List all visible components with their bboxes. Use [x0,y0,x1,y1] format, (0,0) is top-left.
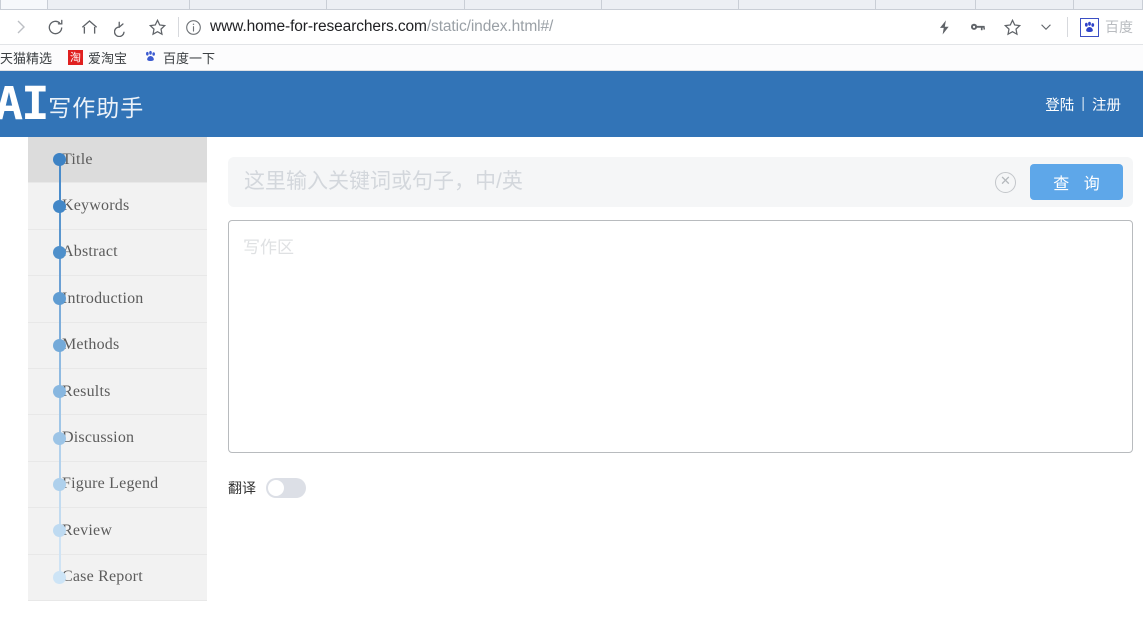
baidu-extension-label: 百度 [1105,19,1133,35]
browser-tab[interactable] [327,0,465,9]
sidebar-item-label: Title [62,150,93,168]
baidu-extension-button[interactable]: 百度 [1080,17,1137,37]
url-domain: www.home-for-researchers.com [210,18,427,35]
sidebar-item-results[interactable]: Results [28,369,207,439]
sidebar-item-abstract[interactable]: Abstract [28,230,207,299]
bookmark-tmall[interactable]: 天猫精选 [0,47,60,69]
brand-logo[interactable]: AI 写作助手 [0,81,144,127]
browser-tab[interactable] [739,0,876,9]
timeline-dot [53,245,66,259]
sidebar-item-label: Figure Legend [62,475,159,493]
browser-tab[interactable] [602,0,739,9]
search-button[interactable]: 查 询 [1030,164,1123,200]
brand-text: 写作助手 [48,95,145,121]
browser-tab[interactable] [976,0,1074,9]
search-bar: ✕ 查 询 [228,157,1133,207]
translate-label: 翻译 [228,480,256,496]
taobao-icon: 淘 [68,50,84,65]
translate-row: 翻译 [228,478,1133,498]
login-link[interactable]: 登陆 [1045,94,1074,115]
baidu-paw-icon [143,50,158,65]
sidebar-item-label: Abstract [62,243,118,261]
url-path: /static/index.html#/ [426,18,554,35]
browser-tab[interactable] [0,0,48,9]
browser-navigation-bar: www.home-for-researchers.com/static/inde… [0,10,1143,45]
app-body: Title Keywords Abstract Introduction Met… [0,137,1143,619]
browser-tab-strip[interactable] [0,0,1143,10]
reload-icon[interactable] [38,11,72,43]
baidu-paw-icon [1080,17,1099,37]
timeline-dot [53,338,66,352]
bookmark-itaobao[interactable]: 淘 爱淘宝 [60,47,135,69]
clear-icon[interactable]: ✕ [995,171,1016,193]
star-icon[interactable] [995,11,1029,43]
toggle-knob [268,480,284,496]
undo-icon[interactable] [106,11,140,43]
sidebar-item-label: Review [62,521,113,539]
sidebar-item-label: Methods [62,336,120,354]
sidebar-item-methods[interactable]: Methods [28,323,207,392]
sidebar-section-timeline: Title Keywords Abstract Introduction Met… [28,137,207,601]
sidebar-item-introduction[interactable]: Introduction [28,276,207,346]
bookmark-label: 百度一下 [163,51,216,66]
toolbar-right-icons: 百度 [927,11,1137,43]
sidebar-item-discussion[interactable]: Discussion [28,415,207,485]
browser-tab[interactable] [1074,0,1143,9]
search-input[interactable] [244,158,995,206]
chevron-down-icon[interactable] [1029,11,1063,43]
main-content: ✕ 查 询 翻译 [207,137,1143,619]
browser-tab[interactable] [876,0,976,9]
writing-area-textarea[interactable] [228,220,1133,453]
timeline-dot [53,431,66,445]
home-icon[interactable] [72,11,106,43]
sidebar-item-case-report[interactable]: Case Report [28,555,207,601]
bookmarks-bar: 天猫精选 淘 爱淘宝 百度一下 [0,45,1143,71]
bookmark-label: 爱淘宝 [88,51,128,66]
browser-tab[interactable] [465,0,602,9]
sidebar-item-label: Discussion [62,429,135,447]
info-circle-icon[interactable] [185,19,202,36]
sidebar-item-keywords[interactable]: Keywords [28,183,207,253]
sidebar-item-label: Results [62,382,111,400]
browser-tab[interactable] [190,0,327,9]
sidebar-item-title[interactable]: Title [28,137,207,207]
register-link[interactable]: 注册 [1092,94,1121,115]
bookmark-star-icon[interactable] [140,11,174,43]
browser-chrome: www.home-for-researchers.com/static/inde… [0,0,1143,71]
timeline-dot [53,477,66,491]
translate-toggle[interactable] [266,478,306,498]
toolbar-divider [178,17,179,37]
key-icon[interactable] [961,11,995,43]
browser-tab[interactable] [48,0,190,9]
sidebar-item-review[interactable]: Review [28,508,207,578]
timeline-dot [53,570,66,584]
bookmark-label: 天猫精选 [0,51,53,66]
brand-mark: AI [0,77,50,130]
app-header: AI 写作助手 登陆 | 注册 [0,71,1143,137]
auth-separator: | [1081,96,1085,112]
url-bar[interactable]: www.home-for-researchers.com/static/inde… [185,11,927,43]
url-text: www.home-for-researchers.com/static/inde… [210,18,553,36]
bookmark-baidu[interactable]: 百度一下 [135,47,223,69]
toolbar-divider [1067,17,1068,37]
sidebar-item-label: Keywords [62,197,130,215]
auth-links: 登陆 | 注册 [1045,94,1121,115]
sidebar-item-label: Case Report [62,568,143,586]
forward-icon[interactable] [4,11,38,43]
sidebar-item-label: Introduction [62,289,144,307]
lightning-icon[interactable] [927,11,961,43]
timeline-dot [53,199,66,213]
sidebar-item-figure-legend[interactable]: Figure Legend [28,462,207,531]
